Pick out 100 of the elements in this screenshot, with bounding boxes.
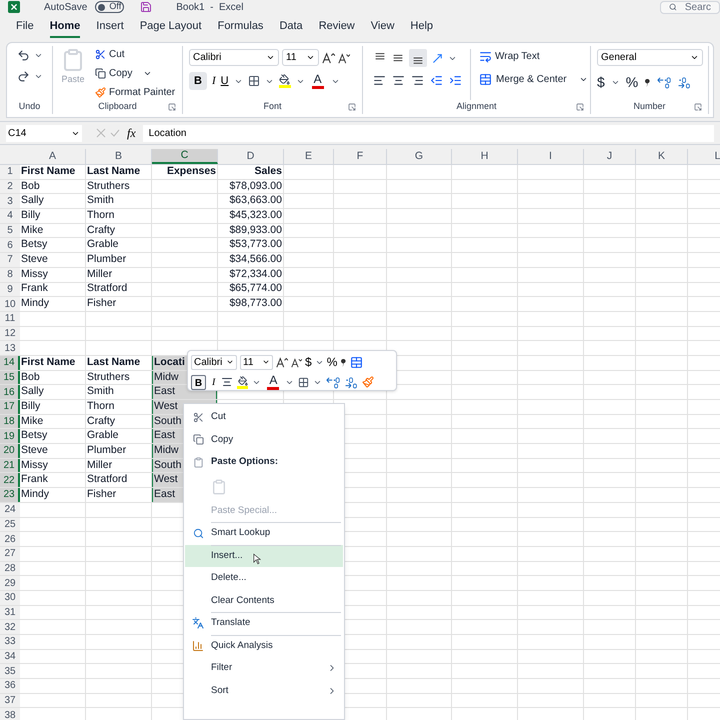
insert-function-button[interactable]: fx <box>124 124 139 142</box>
row-header[interactable]: 5 <box>0 224 20 238</box>
row-header[interactable]: 21 <box>0 458 20 472</box>
row-header[interactable]: 29 <box>0 576 20 590</box>
ribbon-tab[interactable]: View <box>370 18 394 38</box>
shrink-font-icon[interactable] <box>338 52 350 64</box>
merge-icon[interactable] <box>350 356 364 368</box>
caret-icon[interactable] <box>34 72 43 81</box>
fill-color-icon[interactable] <box>278 74 291 88</box>
row-header[interactable]: 1 <box>0 165 20 179</box>
align-right-icon[interactable] <box>411 74 424 87</box>
format-painter-icon[interactable] <box>362 376 374 388</box>
row-header[interactable]: 8 <box>0 268 20 282</box>
column-header[interactable]: I <box>518 149 584 164</box>
formula-input[interactable]: Location <box>142 124 714 142</box>
ribbon-tab[interactable]: Help <box>410 18 434 38</box>
row-header[interactable]: 15 <box>0 370 20 384</box>
grow-font-icon[interactable] <box>276 356 288 368</box>
borders-icon[interactable] <box>248 75 260 87</box>
align-center-icon[interactable] <box>392 74 405 87</box>
row-header[interactable]: 17 <box>0 400 20 414</box>
column-header[interactable]: J <box>584 149 636 164</box>
search-field[interactable]: Searc <box>660 0 720 14</box>
ribbon-tab[interactable]: File <box>16 18 34 38</box>
row-header[interactable]: 12 <box>0 326 20 340</box>
name-box[interactable]: C14 <box>6 124 82 142</box>
cut-button[interactable]: Cut <box>95 47 176 62</box>
fill-color-icon[interactable] <box>237 376 248 388</box>
row-header[interactable]: 19 <box>0 429 20 444</box>
column-header[interactable]: A <box>20 149 86 164</box>
row-header[interactable]: 13 <box>0 341 20 355</box>
column-header[interactable]: C <box>152 149 218 164</box>
column-header[interactable]: E <box>284 149 334 164</box>
row-header[interactable]: 37 <box>0 694 20 708</box>
row-header[interactable]: 22 <box>0 473 20 488</box>
checkmark-icon[interactable] <box>110 128 120 138</box>
comma-style-icon[interactable] <box>340 356 348 368</box>
increase-indent-icon[interactable] <box>449 74 462 87</box>
wrap-text-button[interactable]: Wrap Text <box>479 49 588 64</box>
row-header[interactable]: 16 <box>0 385 20 399</box>
increase-decimal-icon[interactable] <box>657 76 672 89</box>
row-header[interactable]: 7 <box>0 253 20 267</box>
percent-style-button[interactable]: % <box>626 72 638 93</box>
ribbon-tab[interactable]: Formulas <box>218 18 264 38</box>
font-size-field[interactable]: 11 <box>282 49 319 66</box>
merge-center-button[interactable]: Merge & Center <box>479 72 588 87</box>
font-color-button[interactable]: A <box>310 73 326 89</box>
row-header[interactable]: 18 <box>0 414 20 428</box>
row-header[interactable]: 24 <box>0 502 20 516</box>
column-header[interactable]: G <box>387 149 452 164</box>
row-header[interactable]: 14 <box>0 356 20 370</box>
align-left-icon[interactable] <box>373 74 386 87</box>
caret-icon[interactable] <box>610 78 620 87</box>
format-painter-button[interactable]: Format Painter <box>95 85 176 100</box>
column-header[interactable]: L <box>688 149 720 164</box>
percent-style-button[interactable]: % <box>326 353 338 371</box>
decrease-indent-icon[interactable] <box>430 74 443 87</box>
comma-style-icon[interactable] <box>644 77 652 88</box>
row-header[interactable]: 27 <box>0 546 20 561</box>
copy-button[interactable]: Copy <box>95 66 176 81</box>
font-name-field[interactable]: Calibri <box>189 49 279 66</box>
italic-button[interactable]: I <box>210 374 218 390</box>
row-header[interactable]: 36 <box>0 679 20 693</box>
row-header[interactable]: 33 <box>0 635 20 649</box>
bold-button[interactable]: B <box>191 374 206 390</box>
row-header[interactable]: 9 <box>0 282 20 296</box>
row-header[interactable]: 25 <box>0 518 20 532</box>
dialog-launcher-icon[interactable] <box>348 103 356 111</box>
ribbon-tab[interactable]: Data <box>279 18 303 38</box>
row-header[interactable]: 31 <box>0 606 20 620</box>
row-header[interactable]: 11 <box>0 312 20 326</box>
grow-font-icon[interactable] <box>322 51 335 64</box>
row-header[interactable]: 3 <box>0 194 20 208</box>
orientation-icon[interactable] <box>431 52 444 64</box>
font-color-button[interactable]: A <box>265 374 282 390</box>
increase-decimal-icon[interactable] <box>326 376 340 388</box>
autosave-toggle[interactable]: Off <box>95 1 124 13</box>
font-name-field[interactable]: Calibri <box>191 354 237 370</box>
row-header[interactable]: 30 <box>0 590 20 605</box>
dialog-launcher-icon[interactable] <box>694 103 702 111</box>
row-header[interactable]: 2 <box>0 180 20 194</box>
row-header[interactable]: 35 <box>0 664 20 678</box>
save-icon[interactable] <box>140 1 152 13</box>
row-header[interactable]: 38 <box>0 708 20 720</box>
undo-icon[interactable] <box>17 49 30 62</box>
column-header[interactable]: K <box>636 149 688 164</box>
dialog-launcher-icon[interactable] <box>168 103 176 111</box>
row-header[interactable]: 10 <box>0 297 20 311</box>
number-format-field[interactable]: General <box>597 49 703 66</box>
dialog-launcher-icon[interactable] <box>576 103 584 111</box>
font-size-field[interactable]: 11 <box>240 354 273 370</box>
row-header[interactable]: 20 <box>0 444 20 458</box>
ribbon-tab[interactable]: Home <box>50 18 80 38</box>
ribbon-tab[interactable]: Review <box>318 18 355 38</box>
ribbon-tab[interactable]: Insert <box>96 18 124 38</box>
ribbon-tab[interactable]: Page Layout <box>140 18 202 38</box>
currency-format-button[interactable]: $ <box>305 353 312 371</box>
decrease-decimal-icon[interactable] <box>677 76 692 89</box>
decrease-decimal-icon[interactable] <box>344 376 358 388</box>
center-align-icon[interactable] <box>221 376 234 388</box>
